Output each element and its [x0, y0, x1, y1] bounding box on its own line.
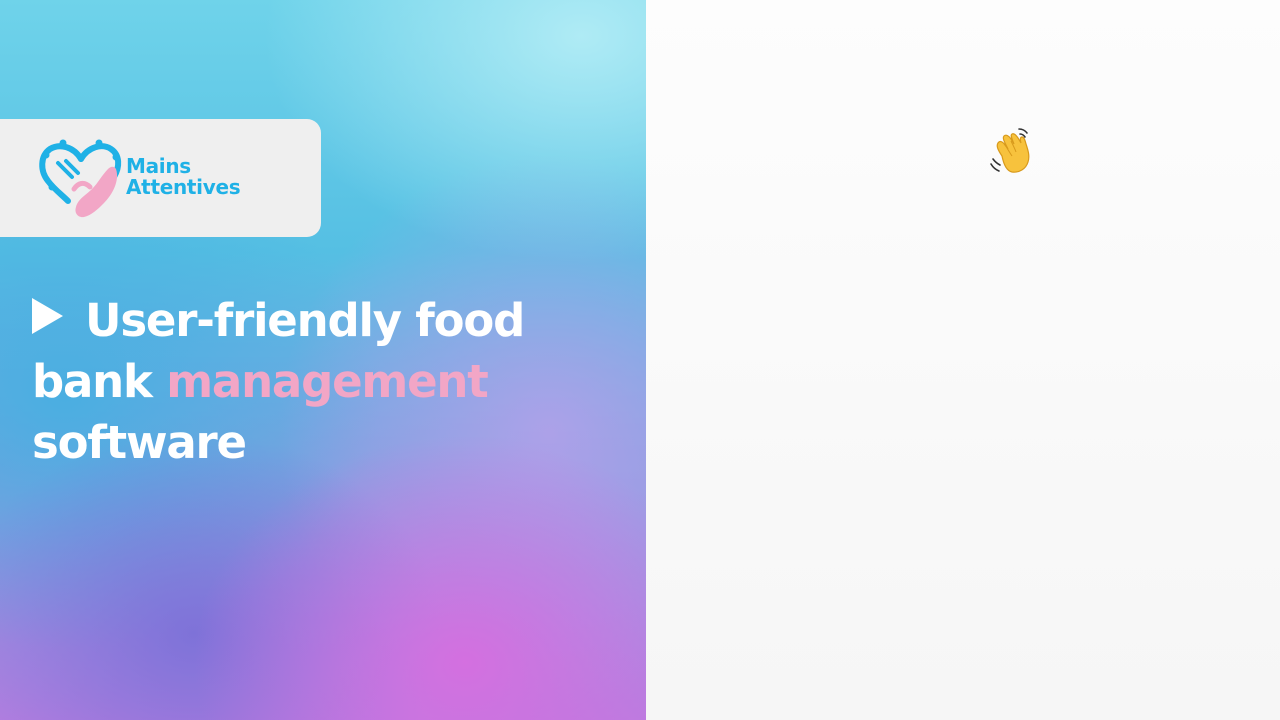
headline-part-1: User-friendly food: [85, 294, 525, 347]
right-panel: [646, 0, 1280, 720]
logo-line-1: Mains: [126, 154, 191, 178]
headline-accent: management: [166, 355, 489, 408]
logo-wordmark: Mains Attentives: [126, 154, 241, 199]
slide: Mains Attentives User-friendly food bank…: [0, 0, 1280, 720]
play-triangle-icon: [32, 298, 63, 334]
left-gradient-panel: Mains Attentives User-friendly food bank…: [0, 0, 646, 720]
logo-card: Mains Attentives: [0, 119, 321, 237]
logo-line-2: Attentives: [126, 175, 241, 199]
waving-hand-icon: [990, 128, 1030, 173]
logo-heart-hand-icon: [39, 139, 122, 218]
headline: User-friendly food bank management softw…: [32, 290, 632, 473]
headline-part-2: bank: [32, 355, 153, 408]
headline-part-3: software: [32, 416, 247, 469]
